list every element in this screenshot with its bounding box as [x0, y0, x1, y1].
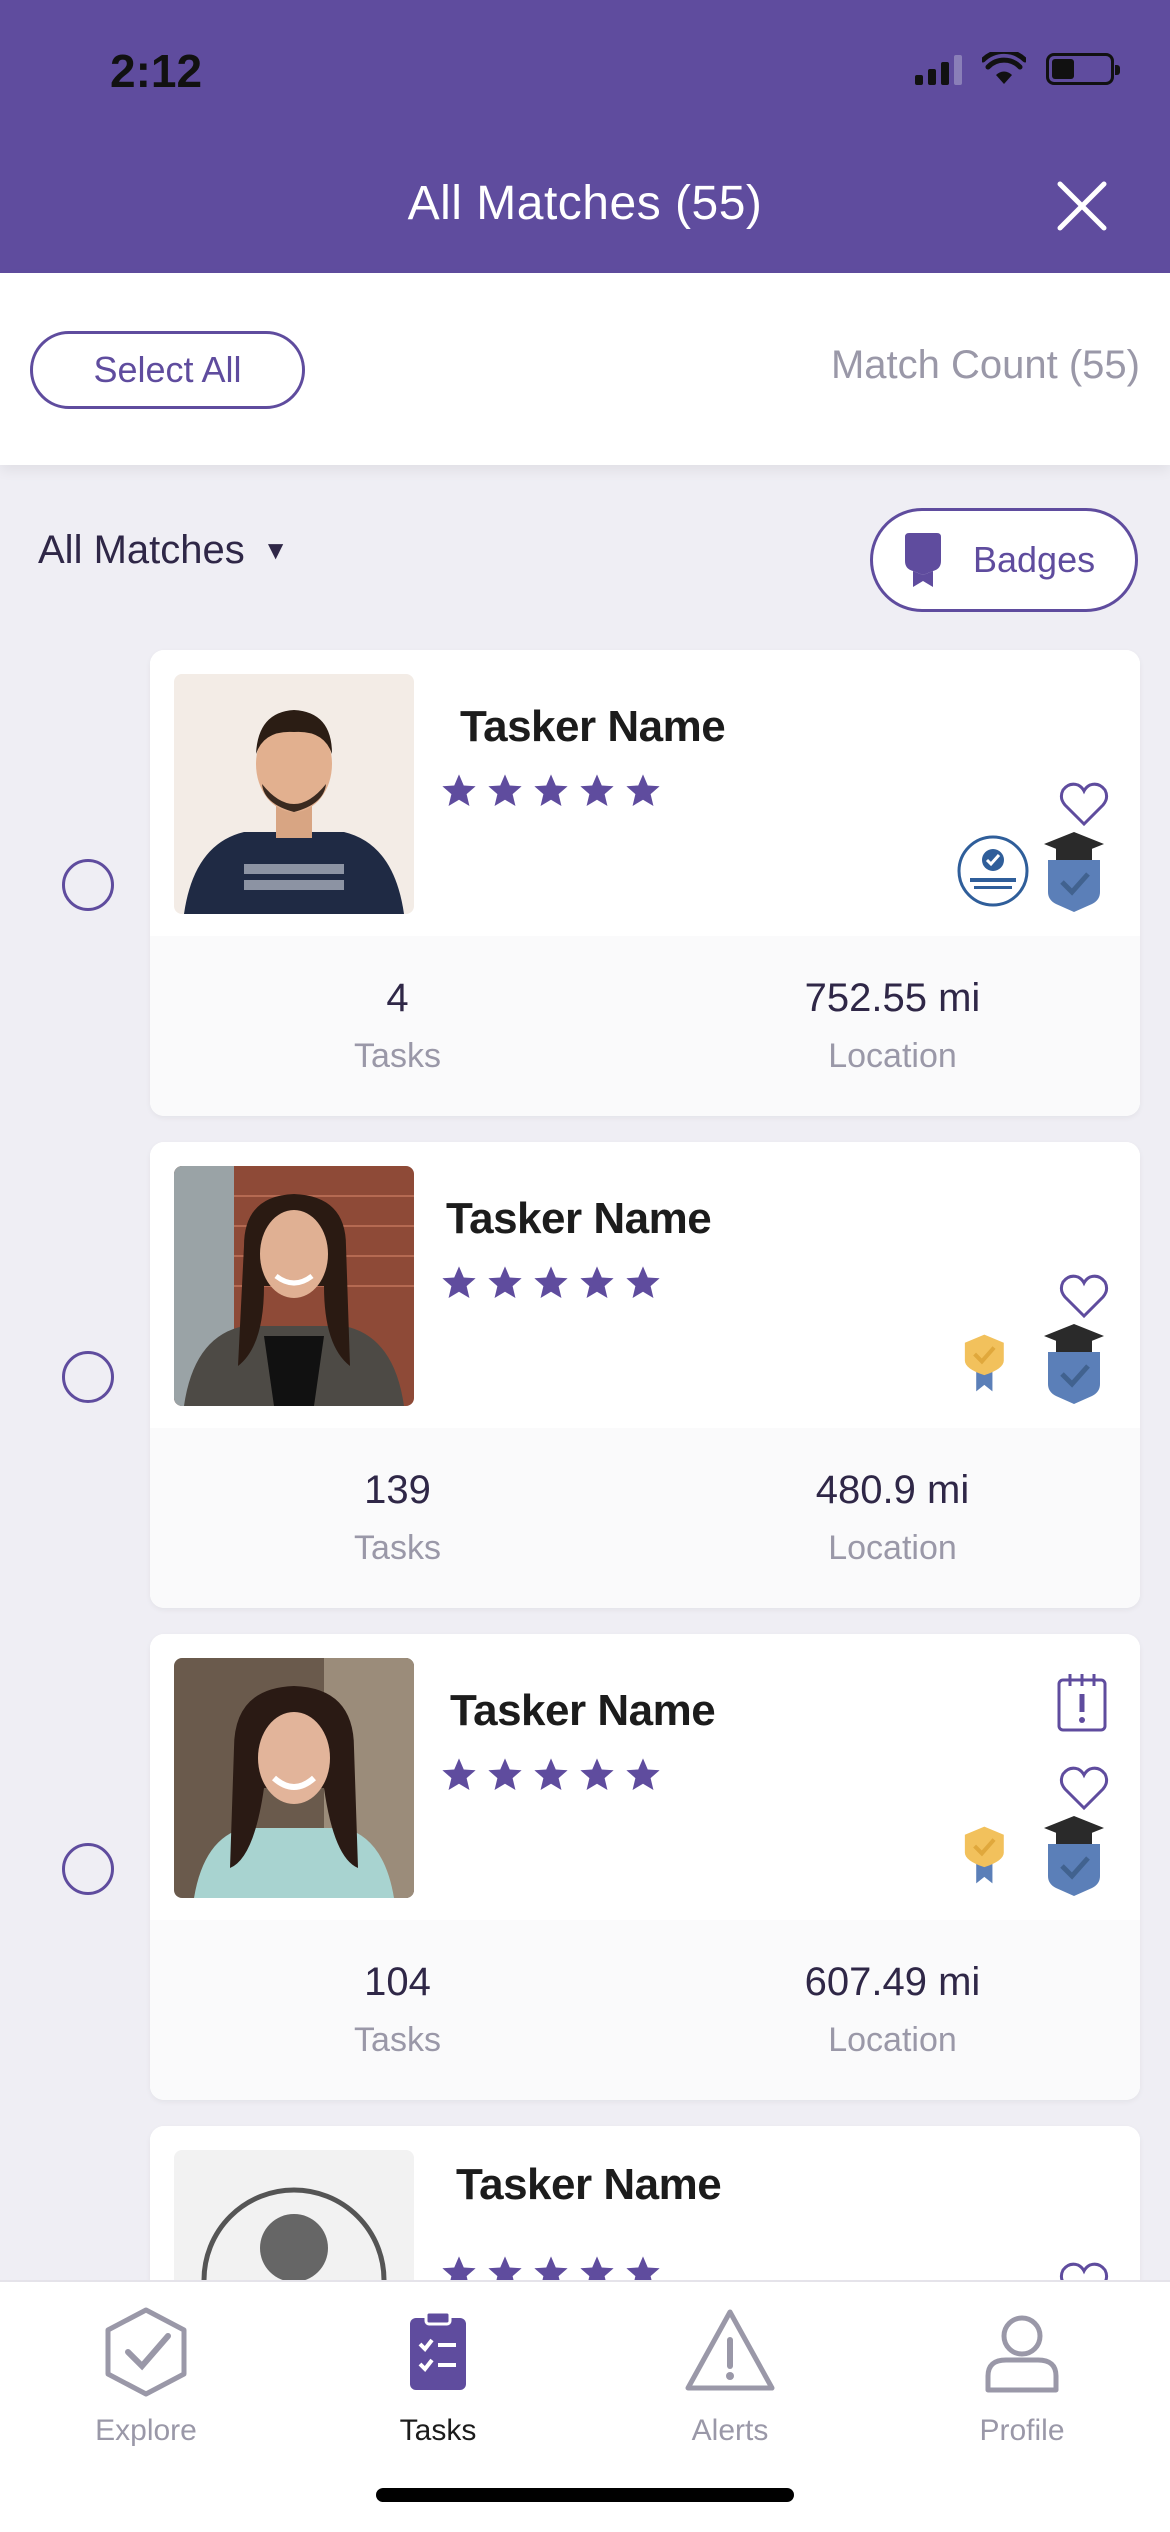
star-rating [440, 772, 662, 810]
tab-label: Profile [979, 2414, 1065, 2447]
select-radio[interactable] [62, 859, 114, 911]
location-distance: 752.55 mi [804, 976, 981, 1020]
gold-ribbon-badge-icon [964, 1334, 1004, 1392]
status-time: 2:12 [110, 45, 203, 97]
favorite-heart-icon[interactable] [1058, 780, 1110, 828]
badges-button[interactable]: Badges [870, 508, 1138, 612]
badge-ribbon-icon [905, 533, 941, 587]
tasks-count: 139 [364, 1468, 431, 1512]
caret-down-icon: ▼ [262, 535, 289, 565]
star-icon [580, 1266, 614, 1299]
graduate-badge-icon [1044, 1324, 1104, 1404]
location-label: Location [828, 2021, 957, 2059]
star-icon [626, 774, 660, 807]
gold-ribbon-badge-icon [964, 1826, 1004, 1884]
tasker-name: Tasker Name [446, 1194, 712, 1243]
match-count: Match Count (55) [830, 343, 1140, 387]
cellular-signal-icon [915, 53, 962, 85]
star-icon [580, 774, 614, 807]
tasker-photo [174, 674, 414, 914]
tab-alerts[interactable]: Alerts [584, 2304, 876, 2448]
wifi-icon [982, 52, 1026, 84]
star-rating [440, 1264, 662, 1302]
graduate-badge-icon [1044, 1816, 1104, 1896]
star-icon [442, 774, 476, 807]
tab-profile[interactable]: Profile [876, 2304, 1168, 2448]
unsupervised-task-specialist-badge-icon [957, 835, 1029, 907]
tab-tasks[interactable]: Tasks [292, 2304, 584, 2448]
star-icon [534, 1758, 568, 1791]
star-icon [534, 1266, 568, 1299]
star-icon [442, 1266, 476, 1299]
tasker-stats: 139 Tasks 480.9 mi Location [150, 1428, 1140, 1608]
explore-icon [105, 2307, 187, 2397]
page-title: All Matches (55) [407, 177, 763, 230]
star-icon [534, 774, 568, 807]
header-bar: 2:12 All Matches (55) [0, 0, 1170, 273]
filter-label: All Matches [38, 528, 245, 572]
star-rating [440, 1756, 662, 1794]
tasker-card-row: Tasker Name [0, 650, 1170, 1116]
home-indicator[interactable] [376, 2488, 794, 2502]
location-distance: 480.9 mi [815, 1468, 970, 1512]
select-radio[interactable] [62, 1843, 114, 1895]
close-icon[interactable] [1056, 180, 1108, 232]
star-icon [488, 774, 522, 807]
location-distance: 607.49 mi [804, 1960, 981, 2004]
select-all-button[interactable]: Select All [30, 331, 305, 409]
location-label: Location [828, 1529, 957, 1567]
location-label: Location [828, 1037, 957, 1075]
star-icon [580, 1758, 614, 1791]
battery-icon [1046, 53, 1120, 85]
star-icon [626, 1758, 660, 1791]
star-icon [626, 1266, 660, 1299]
tasks-label: Tasks [354, 2021, 441, 2059]
calendar-alert-icon[interactable] [1056, 1672, 1108, 1734]
tasker-card[interactable]: Tasker Name [150, 1142, 1140, 1608]
tasker-card[interactable]: Tasker Name [150, 650, 1140, 1116]
star-icon [442, 1758, 476, 1791]
tasks-label: Tasks [354, 1037, 441, 1075]
favorite-heart-icon[interactable] [1058, 1764, 1110, 1812]
tasker-name: Tasker Name [460, 702, 726, 751]
tasker-stats: 104 Tasks 607.49 mi Location [150, 1920, 1140, 2100]
select-radio[interactable] [62, 1351, 114, 1403]
tasker-stats: 4 Tasks 752.55 mi Location [150, 936, 1140, 1116]
alert-triangle-icon [685, 2309, 775, 2391]
star-icon [488, 1758, 522, 1791]
matches-filter-dropdown[interactable]: All Matches ▼ [38, 528, 288, 573]
favorite-heart-icon[interactable] [1058, 1272, 1110, 1320]
tasker-name: Tasker Name [450, 1686, 716, 1735]
tab-label: Alerts [691, 2414, 769, 2447]
graduate-badge-icon [1044, 832, 1104, 912]
tasks-icon [410, 2310, 466, 2390]
tasker-card[interactable]: Tasker Name [150, 1634, 1140, 2100]
status-icons [915, 52, 1120, 86]
tasker-card-row: Tasker Name [0, 1142, 1170, 1608]
tasks-count: 4 [386, 976, 409, 1020]
tasks-label: Tasks [354, 1529, 441, 1567]
tasker-card-row: Tasker Name [0, 1634, 1170, 2100]
tab-label: Tasks [399, 2414, 477, 2447]
tab-label: Explore [95, 2414, 197, 2447]
tasker-photo [174, 1658, 414, 1898]
star-icon [488, 1266, 522, 1299]
tasker-name: Tasker Name [456, 2160, 722, 2209]
profile-icon [985, 2315, 1059, 2393]
tab-explore[interactable]: Explore [0, 2304, 292, 2448]
selection-toolbar: Select All Match Count (55) [0, 273, 1170, 465]
tasker-photo [174, 1166, 414, 1406]
tasks-count: 104 [364, 1960, 431, 2004]
badges-label: Badges [973, 539, 1096, 580]
